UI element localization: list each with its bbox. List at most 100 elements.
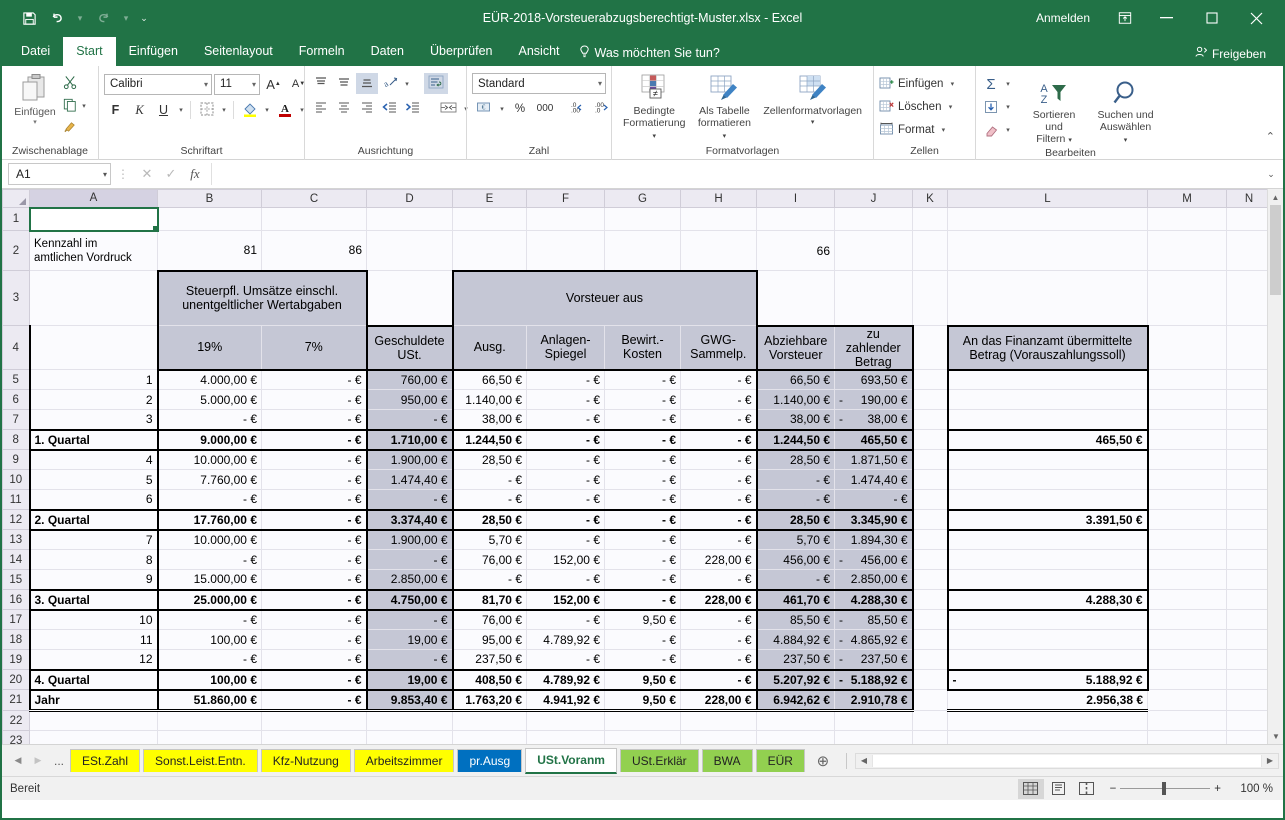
cell-j20[interactable]: -5.188,92 € <box>835 670 913 690</box>
close-icon[interactable] <box>1234 2 1279 34</box>
cell-g12[interactable]: - € <box>605 510 681 530</box>
cell-j8[interactable]: 465,50 € <box>835 430 913 450</box>
cell-m13[interactable] <box>1148 530 1227 550</box>
cell-n10[interactable] <box>1227 470 1272 490</box>
previous-sheet-icon[interactable]: ◀ <box>8 755 28 766</box>
cell-i11[interactable]: - € <box>757 490 835 510</box>
row-header-9[interactable]: 9 <box>3 450 30 470</box>
scroll-right-icon[interactable]: ▶ <box>1262 756 1278 765</box>
next-sheet-icon[interactable]: ▶ <box>28 755 48 766</box>
cell-k8[interactable] <box>913 430 948 450</box>
cell-g4-header[interactable]: Bewirt.-Kosten <box>605 326 681 370</box>
cell-i15[interactable]: - € <box>757 570 835 590</box>
borders-button[interactable] <box>195 99 218 121</box>
cell-e8[interactable]: 1.244,50 € <box>453 430 527 450</box>
cell-g22[interactable] <box>605 711 681 731</box>
cell-a17[interactable]: 10 <box>30 610 158 630</box>
cell-l14[interactable] <box>948 550 1148 570</box>
cell-m7[interactable] <box>1148 410 1227 430</box>
cell-e2[interactable] <box>453 231 527 271</box>
column-header-m[interactable]: M <box>1148 190 1227 208</box>
cell-e20[interactable]: 408,50 € <box>453 670 527 690</box>
cell-j4-header[interactable]: zu zahlender Betrag <box>835 326 913 370</box>
column-header-n[interactable]: N <box>1227 190 1272 208</box>
cell-g16[interactable]: - € <box>605 590 681 610</box>
cell-g7[interactable]: - € <box>605 410 681 430</box>
cell-b23[interactable] <box>158 731 262 745</box>
cell-h14[interactable]: 228,00 € <box>681 550 757 570</box>
cell-e23[interactable] <box>453 731 527 745</box>
row-header-3[interactable]: 3 <box>3 271 30 326</box>
font-name-combo[interactable]: Calibri ▾ <box>104 74 212 95</box>
copy-dropdown-icon[interactable]: ▾ <box>79 102 89 110</box>
column-header-l[interactable]: L <box>948 190 1148 208</box>
cell-b7[interactable]: - € <box>158 410 262 430</box>
cell-n17[interactable] <box>1227 610 1272 630</box>
cell-n2[interactable] <box>1227 231 1272 271</box>
autosum-button[interactable]: Σ ▾ <box>981 73 1013 95</box>
scroll-up-icon[interactable]: ▲ <box>1268 189 1283 205</box>
cell-k23[interactable] <box>913 731 948 745</box>
cell-e15[interactable]: - € <box>453 570 527 590</box>
cell-g14[interactable]: - € <box>605 550 681 570</box>
format-dropdown-icon[interactable]: ▾ <box>938 126 948 134</box>
fill-dropdown-icon[interactable]: ▾ <box>1003 103 1013 111</box>
borders-dropdown-icon[interactable]: ▾ <box>219 106 229 114</box>
cell-k1[interactable] <box>913 208 948 231</box>
cell-f4-header[interactable]: Anlagen-Spiegel <box>527 326 605 370</box>
cell-m23[interactable] <box>1148 731 1227 745</box>
cell-n12[interactable] <box>1227 510 1272 530</box>
cell-j3[interactable] <box>835 271 913 326</box>
cell-c4-header[interactable]: 7% <box>262 326 367 370</box>
cell-n11[interactable] <box>1227 490 1272 510</box>
cell-k12[interactable] <box>913 510 948 530</box>
cell-c23[interactable] <box>262 731 367 745</box>
cell-l20[interactable]: -5.188,92 € <box>948 670 1148 690</box>
row-header-18[interactable]: 18 <box>3 630 30 650</box>
cell-d4-header[interactable]: Geschuldete USt. <box>367 326 453 370</box>
column-header-c[interactable]: C <box>262 190 367 208</box>
cell-j15[interactable]: 2.850,00 € <box>835 570 913 590</box>
paste-button[interactable]: Einfügen ▾ <box>7 69 63 126</box>
cell-d8[interactable]: 1.710,00 € <box>367 430 453 450</box>
cell-b19[interactable]: - € <box>158 650 262 670</box>
zoom-out-button[interactable]: − <box>1110 783 1117 795</box>
cell-d7[interactable]: - € <box>367 410 453 430</box>
cell-i10[interactable]: - € <box>757 470 835 490</box>
cell-c21[interactable]: - € <box>262 690 367 711</box>
fill-color-button[interactable] <box>238 99 261 121</box>
cell-a9[interactable]: 4 <box>30 450 158 470</box>
cell-b17[interactable]: - € <box>158 610 262 630</box>
cell-e7[interactable]: 38,00 € <box>453 410 527 430</box>
conditional-formatting-button[interactable]: ≠ Bedingte Formatierung ▾ <box>617 69 691 143</box>
cell-n9[interactable] <box>1227 450 1272 470</box>
cell-e5[interactable]: 66,50 € <box>453 370 527 390</box>
cell-g17[interactable]: 9,50 € <box>605 610 681 630</box>
find-select-button[interactable]: Suchen und Auswählen ▾ <box>1091 73 1160 147</box>
fill-color-dropdown-icon[interactable]: ▾ <box>262 106 272 114</box>
cell-d6[interactable]: 950,00 € <box>367 390 453 410</box>
cell-m10[interactable] <box>1148 470 1227 490</box>
normal-view-icon[interactable] <box>1018 779 1044 799</box>
underline-dropdown-icon[interactable]: ▾ <box>176 106 186 114</box>
cell-k16[interactable] <box>913 590 948 610</box>
cell-m17[interactable] <box>1148 610 1227 630</box>
cell-e18[interactable]: 95,00 € <box>453 630 527 650</box>
column-header-g[interactable]: G <box>605 190 681 208</box>
cell-b18[interactable]: 100,00 € <box>158 630 262 650</box>
cell-j7[interactable]: -38,00 € <box>835 410 913 430</box>
tab-formeln[interactable]: Formeln <box>286 37 358 66</box>
cell-k3[interactable] <box>913 271 948 326</box>
cell-k5[interactable] <box>913 370 948 390</box>
cell-l3[interactable] <box>948 271 1148 326</box>
cell-h21[interactable]: 228,00 € <box>681 690 757 711</box>
cell-g15[interactable]: - € <box>605 570 681 590</box>
cell-f5[interactable]: - € <box>527 370 605 390</box>
cell-k6[interactable] <box>913 390 948 410</box>
cell-f12[interactable]: - € <box>527 510 605 530</box>
accounting-format-button[interactable]: € <box>472 98 496 119</box>
cell-b15[interactable]: 15.000,00 € <box>158 570 262 590</box>
cell-c22[interactable] <box>262 711 367 731</box>
orientation-dropdown-icon[interactable]: ▾ <box>402 80 412 88</box>
cell-a6[interactable]: 2 <box>30 390 158 410</box>
